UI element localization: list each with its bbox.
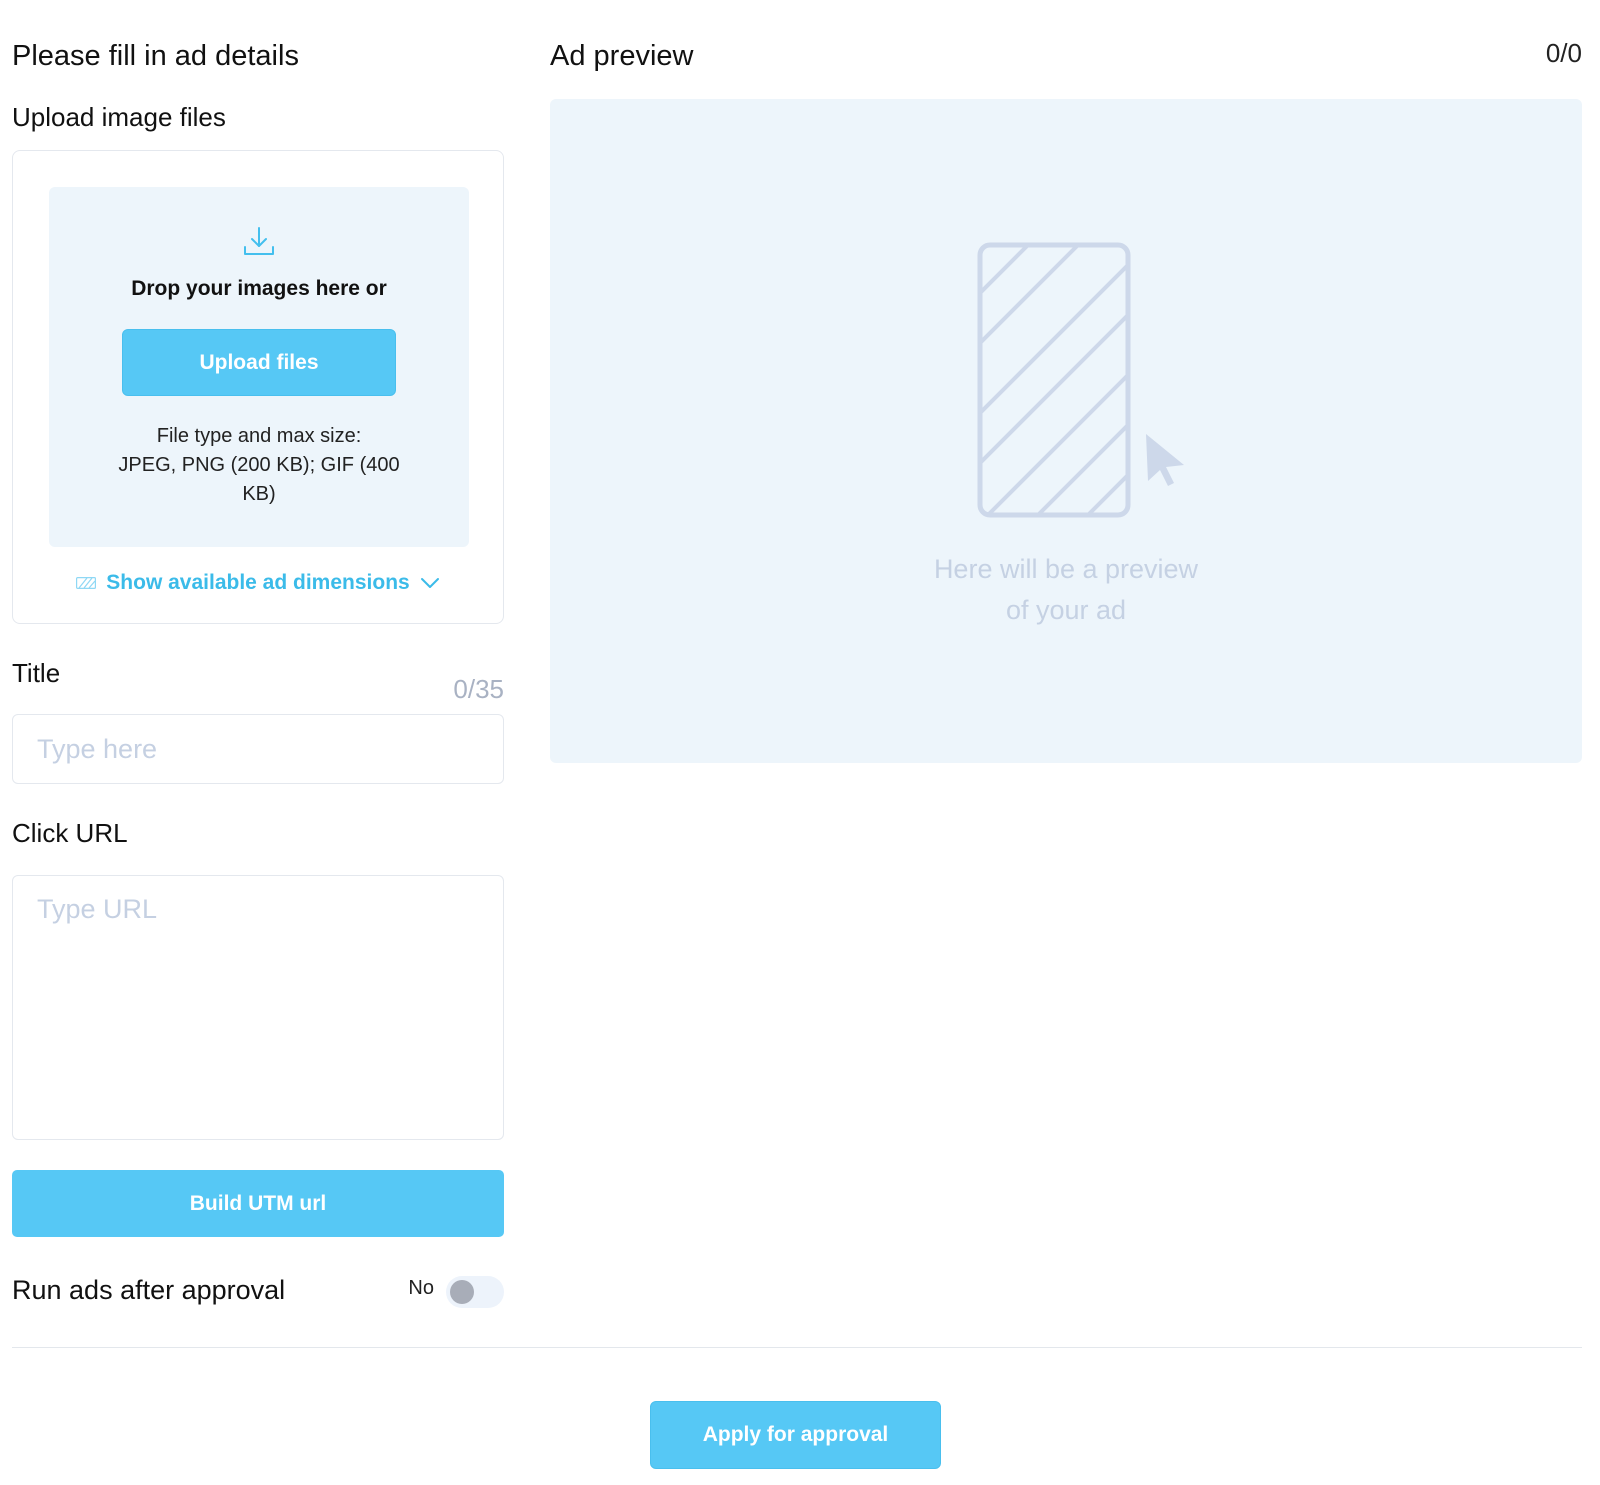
toggle-state-label: No <box>408 1277 434 1299</box>
upload-card: Drop your images here or Upload files Fi… <box>12 150 504 624</box>
click-url-input[interactable] <box>12 875 504 1140</box>
upload-files-button[interactable]: Upload files <box>122 329 396 396</box>
preview-panel: Here will be a preview of your ad <box>550 99 1582 763</box>
file-info-line2: JPEG, PNG (200 KB); GIF (400 KB) <box>118 454 400 505</box>
title-char-counter: 0/35 <box>453 674 504 704</box>
dimensions-link-label[interactable]: Show available ad dimensions <box>106 571 409 594</box>
dimensions-icon <box>76 577 97 590</box>
title-label: Title <box>12 658 61 688</box>
preview-heading: Ad preview <box>550 40 694 72</box>
preview-counter: 0/0 <box>1545 38 1582 68</box>
file-info-line1: File type and max size: <box>156 425 362 447</box>
upload-label: Upload image files <box>12 102 226 132</box>
build-utm-button[interactable]: Build UTM url <box>12 1170 504 1237</box>
preview-placeholder-line2: of your ad <box>1005 595 1127 625</box>
drop-zone[interactable]: Drop your images here or Upload files Fi… <box>49 187 469 547</box>
preview-placeholder-line1: Here will be a preview <box>933 554 1199 584</box>
chevron-down-icon <box>420 578 439 589</box>
drop-text: Drop your images here or <box>131 277 387 300</box>
download-icon <box>244 227 274 255</box>
preview-placeholder-text: Here will be a preview of your ad <box>550 549 1582 631</box>
file-info: File type and max size: JPEG, PNG (200 K… <box>109 422 409 509</box>
footer-divider <box>12 1347 1582 1348</box>
title-input[interactable] <box>12 714 504 784</box>
form-heading: Please fill in ad details <box>12 40 299 72</box>
run-after-approval-toggle[interactable] <box>446 1276 504 1308</box>
apply-for-approval-button[interactable]: Apply for approval <box>650 1401 941 1469</box>
click-url-label: Click URL <box>12 818 128 848</box>
show-dimensions-link[interactable]: Show available ad dimensions <box>13 571 503 595</box>
toggle-knob <box>450 1280 474 1304</box>
phone-placeholder-icon <box>977 242 1184 518</box>
cursor-icon <box>1146 434 1184 486</box>
run-after-approval-label: Run ads after approval <box>12 1275 286 1305</box>
